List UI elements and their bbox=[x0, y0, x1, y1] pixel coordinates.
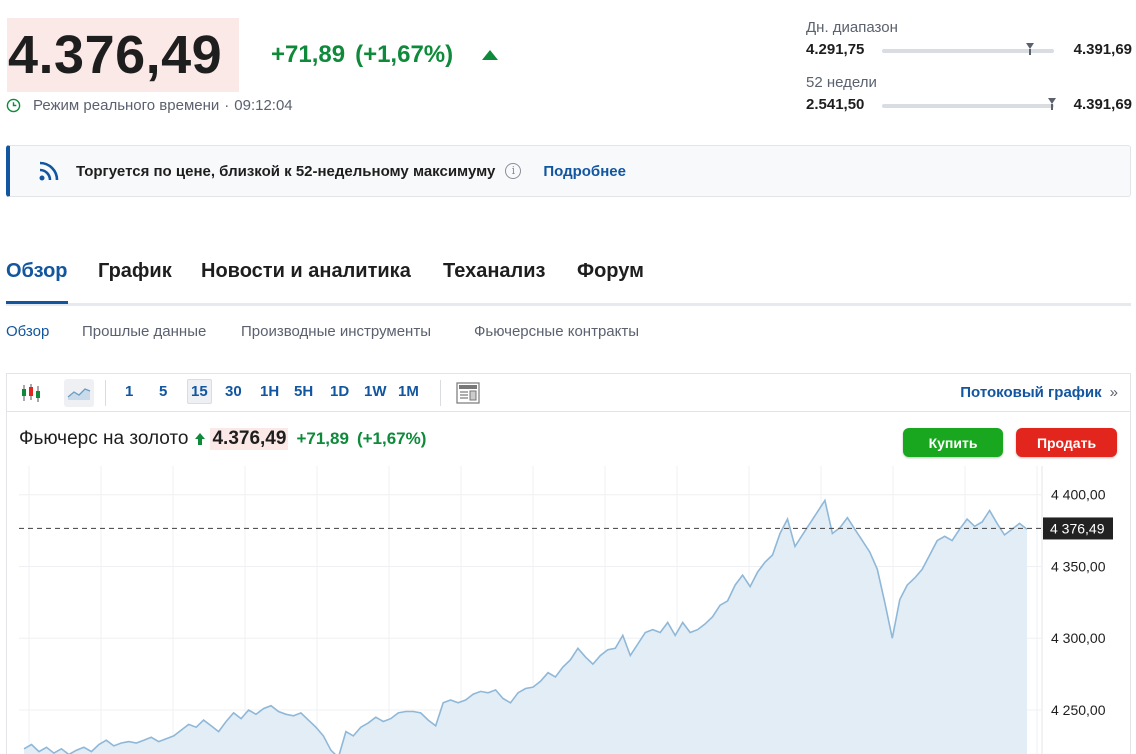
last-price-label: 4 376,49 bbox=[1050, 520, 1105, 536]
rss-icon bbox=[39, 161, 59, 181]
toolbar-divider bbox=[440, 380, 441, 406]
week52-range-label: 52 недели bbox=[806, 74, 877, 91]
up-triangle-icon bbox=[482, 50, 498, 60]
tab-overview[interactable]: Обзор bbox=[6, 260, 68, 283]
area-chart-icon[interactable] bbox=[64, 379, 94, 407]
tab-technical[interactable]: Теханализ bbox=[443, 260, 545, 283]
streaming-chart-link[interactable]: Потоковый график » bbox=[960, 384, 1118, 401]
streaming-chart-label: Потоковый график bbox=[960, 384, 1102, 401]
week52-range: 52 недели 2.541,50 4.391,69 bbox=[806, 74, 1132, 116]
sell-button[interactable]: Продать bbox=[1016, 428, 1117, 457]
buy-button[interactable]: Купить bbox=[903, 428, 1003, 457]
timeframe-1[interactable]: 1 bbox=[125, 383, 133, 400]
y-tick-label: 4 300,00 bbox=[1051, 630, 1106, 646]
double-chevron-icon: » bbox=[1109, 384, 1118, 401]
change-value: +71,89 bbox=[271, 41, 346, 68]
chart-settings-icon[interactable] bbox=[454, 379, 482, 407]
subtab-futures[interactable]: Фьючерсные контракты bbox=[474, 323, 639, 340]
tab-chart[interactable]: График bbox=[98, 260, 172, 283]
instrument-header: Фьючерс на золото 4.376,49 +71,89 (+1,67… bbox=[19, 426, 426, 452]
tab-news[interactable]: Новости и аналитика bbox=[201, 260, 411, 283]
day-range-low: 4.291,75 bbox=[806, 41, 865, 58]
instrument-change-percent: (+1,67%) bbox=[356, 429, 427, 448]
timeframe-1m[interactable]: 1M bbox=[398, 383, 419, 400]
day-range-high: 4.391,69 bbox=[1073, 41, 1132, 58]
instrument-name: Фьючерс на золото bbox=[19, 428, 189, 449]
timeframe-5h[interactable]: 5H bbox=[294, 383, 313, 400]
candlestick-icon[interactable] bbox=[17, 379, 45, 407]
y-tick-label: 4 350,00 bbox=[1051, 558, 1106, 574]
toolbar-divider bbox=[105, 380, 106, 406]
up-arrow-icon bbox=[195, 433, 206, 445]
separator: · bbox=[224, 96, 230, 114]
main-tabs: Обзор График Новости и аналитика Теханал… bbox=[6, 258, 1131, 306]
timeframe-1w[interactable]: 1W bbox=[364, 383, 387, 400]
active-tab-underline bbox=[6, 301, 68, 304]
clock-icon bbox=[6, 98, 21, 112]
quote-time: 09:12:04 bbox=[234, 96, 293, 114]
alert-message: Торгуется по цене, близкой к 52-недельно… bbox=[76, 162, 496, 180]
timeframe-15[interactable]: 15 bbox=[187, 379, 212, 404]
timeframe-1h[interactable]: 1H bbox=[260, 383, 279, 400]
instrument-change: +71,89 bbox=[296, 429, 349, 448]
price-area-chart[interactable]: 4 400,00 4 350,00 4 300,00 4 250,00 4 376,49 bbox=[7, 466, 1130, 754]
week52-range-track bbox=[882, 98, 1057, 110]
week52-range-pointer-icon bbox=[1048, 98, 1057, 104]
day-range-track bbox=[882, 43, 1054, 55]
subtab-derivatives[interactable]: Производные инструменты bbox=[241, 323, 431, 340]
alert-more-link[interactable]: Подробнее bbox=[543, 163, 626, 180]
instrument-price: 4.376,49 bbox=[210, 428, 289, 450]
day-range: Дн. диапазон 4.291,75 4.391,69 bbox=[806, 19, 1132, 61]
realtime-status: Режим реального времени · 09:12:04 bbox=[6, 96, 293, 114]
chart-panel: 1 5 15 30 1H 5H 1D 1W 1M Потоковый графи… bbox=[6, 373, 1131, 754]
week52-range-high: 4.391,69 bbox=[1073, 96, 1132, 113]
realtime-label: Режим реального времени bbox=[33, 96, 220, 114]
y-tick-label: 4 400,00 bbox=[1051, 487, 1106, 503]
change-percent: (+1,67%) bbox=[355, 41, 454, 68]
timeframe-1d[interactable]: 1D bbox=[330, 383, 349, 400]
timeframe-30[interactable]: 30 bbox=[225, 383, 242, 400]
last-price: 4.376,49 bbox=[8, 25, 223, 85]
price-area-fill bbox=[24, 500, 1027, 754]
day-range-pointer-icon bbox=[1025, 43, 1034, 49]
info-icon[interactable]: i bbox=[505, 163, 522, 179]
alert-banner: Торгуется по цене, близкой к 52-недельно… bbox=[6, 145, 1131, 197]
tab-forum[interactable]: Форум bbox=[577, 260, 644, 283]
day-range-marker bbox=[1028, 49, 1031, 55]
subtab-historical[interactable]: Прошлые данные bbox=[82, 323, 206, 340]
day-range-label: Дн. диапазон bbox=[806, 19, 898, 36]
y-tick-label: 4 250,00 bbox=[1051, 702, 1106, 718]
timeframe-5[interactable]: 5 bbox=[159, 383, 167, 400]
week52-range-low: 2.541,50 bbox=[806, 96, 865, 113]
price-change: +71,89 (+1,67%) bbox=[271, 40, 453, 70]
subtab-overview[interactable]: Обзор bbox=[6, 323, 49, 340]
week52-range-marker bbox=[1051, 104, 1054, 110]
chart-toolbar: 1 5 15 30 1H 5H 1D 1W 1M Потоковый графи… bbox=[7, 374, 1130, 412]
